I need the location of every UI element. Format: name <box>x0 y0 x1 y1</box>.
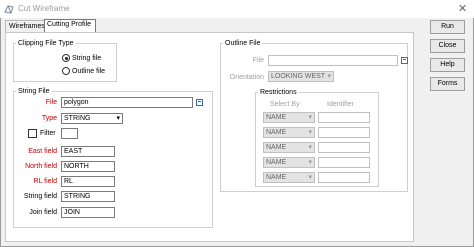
north-field-label: North field <box>25 163 57 170</box>
rl-field-label: RL field <box>33 178 57 185</box>
identifier-header: Identifier <box>327 101 354 108</box>
restriction-select-by[interactable]: NAME ▾ <box>263 172 315 183</box>
restriction-identifier-input[interactable] <box>318 127 370 138</box>
chevron-down-icon: ▾ <box>308 129 312 136</box>
string-field-input[interactable]: STRING <box>61 191 115 202</box>
select-by-header: Select By <box>270 101 300 108</box>
outline-file-label: File <box>252 57 264 64</box>
filter-label: Filter <box>40 130 56 137</box>
chevron-down-icon: ▾ <box>308 114 312 121</box>
restriction-select-by[interactable]: NAME ▾ <box>263 157 315 168</box>
chevron-down-icon: ▾ <box>308 144 312 151</box>
restriction-select-by[interactable]: NAME ▾ <box>263 127 315 138</box>
file-browse-icon[interactable] <box>401 57 408 64</box>
type-label: Type <box>41 115 57 122</box>
east-field-label: East field <box>28 148 57 155</box>
select-by-value: NAME <box>266 129 287 136</box>
restriction-identifier-input[interactable] <box>318 172 370 183</box>
east-field-input[interactable]: EAST <box>61 146 115 157</box>
outline-file-radio[interactable] <box>62 67 70 75</box>
restriction-select-by[interactable]: NAME ▾ <box>263 112 315 123</box>
restriction-identifier-input[interactable] <box>318 112 370 123</box>
type-value: STRING <box>64 115 91 122</box>
orientation-value: LOOKING WEST <box>271 73 326 80</box>
close-button[interactable]: Close <box>430 39 465 53</box>
select-by-value: NAME <box>266 159 287 166</box>
orientation-select[interactable]: LOOKING WEST ▾ <box>268 71 334 82</box>
forms-button[interactable]: Forms <box>430 77 465 91</box>
chevron-down-icon: ▾ <box>116 115 120 122</box>
string-field-label: String field <box>23 193 57 200</box>
outline-file-label: Outline file <box>72 68 106 75</box>
wireframe-app-icon <box>4 5 14 14</box>
group-title: Clipping File Type <box>18 40 74 47</box>
close-icon[interactable]: ✕ <box>458 2 467 15</box>
window-title: Cut Wireframe <box>18 4 70 13</box>
outline-file-input[interactable] <box>268 55 398 66</box>
filter-input[interactable] <box>61 128 78 139</box>
join-field-label: Join field <box>29 209 57 216</box>
help-button[interactable]: Help <box>430 58 465 72</box>
tab-cutting-profile[interactable]: Cutting Profile <box>44 19 96 33</box>
title-bar: Cut Wireframe ✕ <box>0 0 474 18</box>
group-title: String File <box>18 88 50 95</box>
chevron-down-icon: ▾ <box>308 159 312 166</box>
select-by-value: NAME <box>266 114 287 121</box>
group-title: Outline File <box>225 40 261 47</box>
chevron-down-icon: ▾ <box>327 73 331 80</box>
chevron-down-icon: ▾ <box>308 174 312 181</box>
tab-wireframes[interactable]: Wireframes <box>5 20 45 32</box>
select-by-value: NAME <box>266 174 287 181</box>
file-browse-icon[interactable] <box>196 99 203 106</box>
string-file-label: String file <box>72 55 102 62</box>
restriction-identifier-input[interactable] <box>318 157 370 168</box>
type-select[interactable]: STRING ▾ <box>61 113 123 124</box>
run-button[interactable]: Run <box>430 20 465 34</box>
group-title: Restrictions <box>260 89 297 96</box>
select-by-value: NAME <box>266 144 287 151</box>
string-file-input[interactable]: polygon <box>61 97 193 108</box>
restriction-select-by[interactable]: NAME ▾ <box>263 142 315 153</box>
file-label: File <box>45 99 57 106</box>
restriction-identifier-input[interactable] <box>318 142 370 153</box>
join-field-input[interactable]: JOIN <box>61 207 115 218</box>
string-file-radio[interactable] <box>62 54 70 62</box>
north-field-input[interactable]: NORTH <box>61 161 115 172</box>
rl-field-input[interactable]: RL <box>61 176 115 187</box>
orientation-label: Orientation <box>229 74 264 81</box>
filter-checkbox[interactable] <box>28 129 37 138</box>
